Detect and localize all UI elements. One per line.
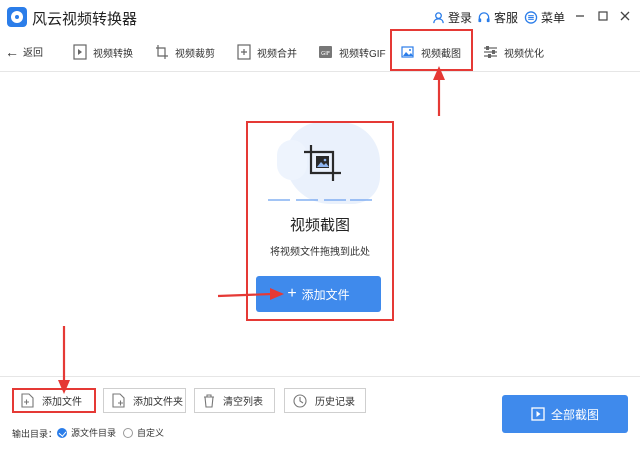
annotation-arrow-down	[58, 326, 70, 394]
video-convert-icon	[73, 44, 87, 60]
optimize-icon	[484, 46, 497, 58]
clear-list-label: 清空列表	[223, 397, 263, 408]
tool-label: 视频转GIF	[339, 48, 386, 60]
add-file-highlight	[12, 388, 96, 413]
radio-unchecked-icon	[123, 427, 133, 438]
login-button[interactable]: 登录	[432, 9, 472, 25]
tool-video-merge[interactable]: 视频合并	[237, 41, 297, 63]
tool-label: 视频优化	[504, 48, 544, 60]
add-folder-button[interactable]: 添加文件夹	[103, 388, 186, 413]
back-button[interactable]: ← 返回	[5, 43, 43, 60]
tool-video-crop[interactable]: 视频裁剪	[155, 41, 215, 63]
history-button[interactable]: 历史记录	[284, 388, 366, 413]
clock-icon	[293, 393, 307, 408]
tool-label: 视频转换	[93, 48, 133, 60]
menu-icon	[524, 10, 538, 24]
menu-button[interactable]: 菜单	[524, 9, 565, 25]
minimize-icon	[576, 15, 584, 17]
gif-icon: GIF	[319, 46, 332, 58]
trash-icon	[204, 393, 214, 408]
video-merge-icon	[237, 44, 251, 60]
active-tab-highlight	[390, 29, 473, 71]
function-toolbar: ← 返回 视频转换 视频裁剪 视频合并 GIF 视频转GIF 视频截图 视频优化	[0, 34, 640, 72]
user-icon	[433, 11, 444, 23]
login-label: 登录	[448, 10, 473, 25]
tool-video-optimize[interactable]: 视频优化	[483, 41, 544, 63]
tool-label: 视频合并	[257, 48, 297, 60]
close-icon	[620, 11, 630, 21]
app-title: 风云视频转换器	[32, 11, 138, 28]
radio-checked-icon	[57, 427, 67, 438]
radio-custom-label: 自定义	[137, 428, 165, 438]
radio-source-dir[interactable]: 源文件目录	[57, 426, 116, 439]
maximize-button[interactable]	[595, 8, 611, 24]
history-label: 历史记录	[315, 397, 355, 408]
minimize-button[interactable]	[572, 8, 588, 24]
screenshot-all-button[interactable]: 全部截图	[502, 395, 628, 433]
annotation-arrow-up	[433, 66, 445, 116]
radio-source-label: 源文件目录	[71, 428, 117, 438]
screenshot-all-label: 全部截图	[550, 407, 599, 422]
title-bar: 风云视频转换器 登录 客服 菜单	[0, 0, 640, 34]
maximize-icon	[598, 11, 608, 21]
service-label: 客服	[494, 10, 519, 25]
annotation-arrow-right	[217, 288, 284, 300]
add-folder-label: 添加文件夹	[133, 397, 183, 408]
add-folder-icon	[112, 393, 125, 408]
svg-text:GIF: GIF	[321, 51, 330, 57]
headset-icon	[478, 11, 490, 22]
video-crop-icon	[156, 45, 168, 59]
play-icon	[531, 407, 545, 421]
menu-label: 菜单	[541, 10, 566, 25]
tool-video-to-gif[interactable]: GIF 视频转GIF	[318, 41, 386, 63]
bottom-divider	[0, 376, 640, 377]
customer-service-button[interactable]: 客服	[477, 9, 518, 25]
back-label: 返回	[23, 48, 43, 59]
output-dir-label: 输出目录：	[12, 429, 58, 439]
back-arrow-icon: ←	[5, 43, 19, 60]
tool-video-convert[interactable]: 视频转换	[73, 41, 133, 63]
close-button[interactable]	[617, 8, 633, 24]
clear-list-button[interactable]: 清空列表	[194, 388, 275, 413]
tool-label: 视频裁剪	[175, 48, 215, 60]
radio-custom-dir[interactable]: 自定义	[123, 426, 164, 439]
app-logo-icon	[7, 7, 27, 27]
